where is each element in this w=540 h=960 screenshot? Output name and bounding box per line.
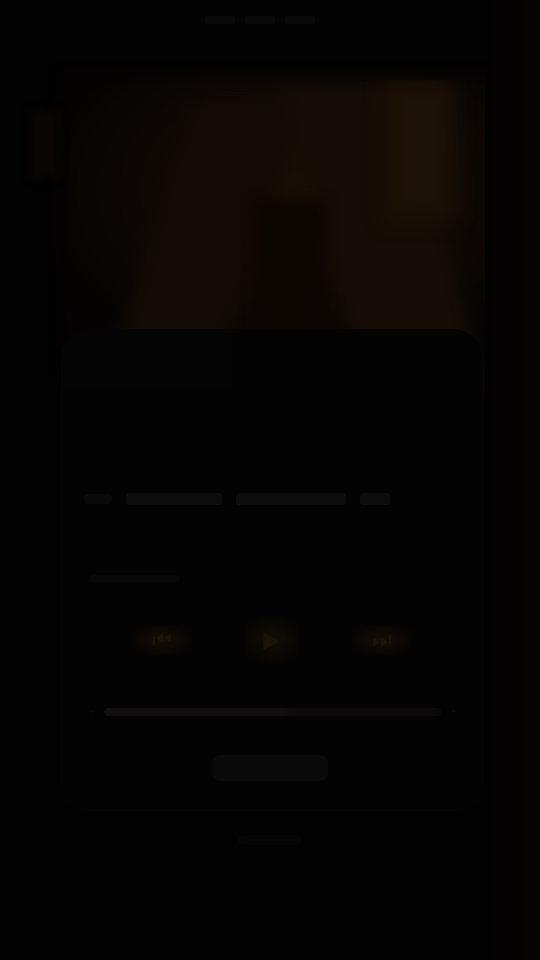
wifi-icon bbox=[245, 16, 275, 24]
lyric-segment bbox=[236, 493, 346, 505]
play-icon[interactable]: ▶ bbox=[245, 618, 299, 662]
signal-icon bbox=[205, 16, 235, 24]
status-bar bbox=[0, 0, 540, 40]
lyric-row bbox=[84, 488, 464, 510]
home-indicator[interactable] bbox=[238, 835, 302, 845]
progress-end-dot: • bbox=[451, 706, 455, 718]
battery-icon bbox=[285, 16, 315, 24]
progress-start-dot: • bbox=[90, 706, 94, 718]
artist-subtitle bbox=[90, 575, 180, 583]
player-card: ⏮ ▶ ⏭ • • bbox=[62, 330, 482, 810]
skip-next-icon[interactable]: ⏭ bbox=[352, 625, 412, 655]
lyric-segment bbox=[360, 493, 390, 505]
status-icons bbox=[205, 14, 335, 26]
skip-previous-icon[interactable]: ⏮ bbox=[132, 625, 192, 655]
lyrics-icon[interactable] bbox=[84, 494, 112, 504]
music-player-screen: ⏮ ▶ ⏭ • • bbox=[0, 0, 540, 960]
lyric-segment bbox=[126, 493, 222, 505]
progress-bar[interactable]: • • bbox=[90, 705, 455, 719]
progress-fill bbox=[103, 708, 290, 716]
playback-controls: ⏮ ▶ ⏭ bbox=[132, 610, 412, 670]
bottom-action-button[interactable] bbox=[212, 755, 328, 781]
progress-track[interactable] bbox=[103, 708, 442, 716]
card-header bbox=[62, 330, 232, 390]
right-edge-panel bbox=[485, 0, 540, 960]
album-art-shape bbox=[385, 80, 455, 220]
back-icon[interactable] bbox=[30, 110, 60, 180]
